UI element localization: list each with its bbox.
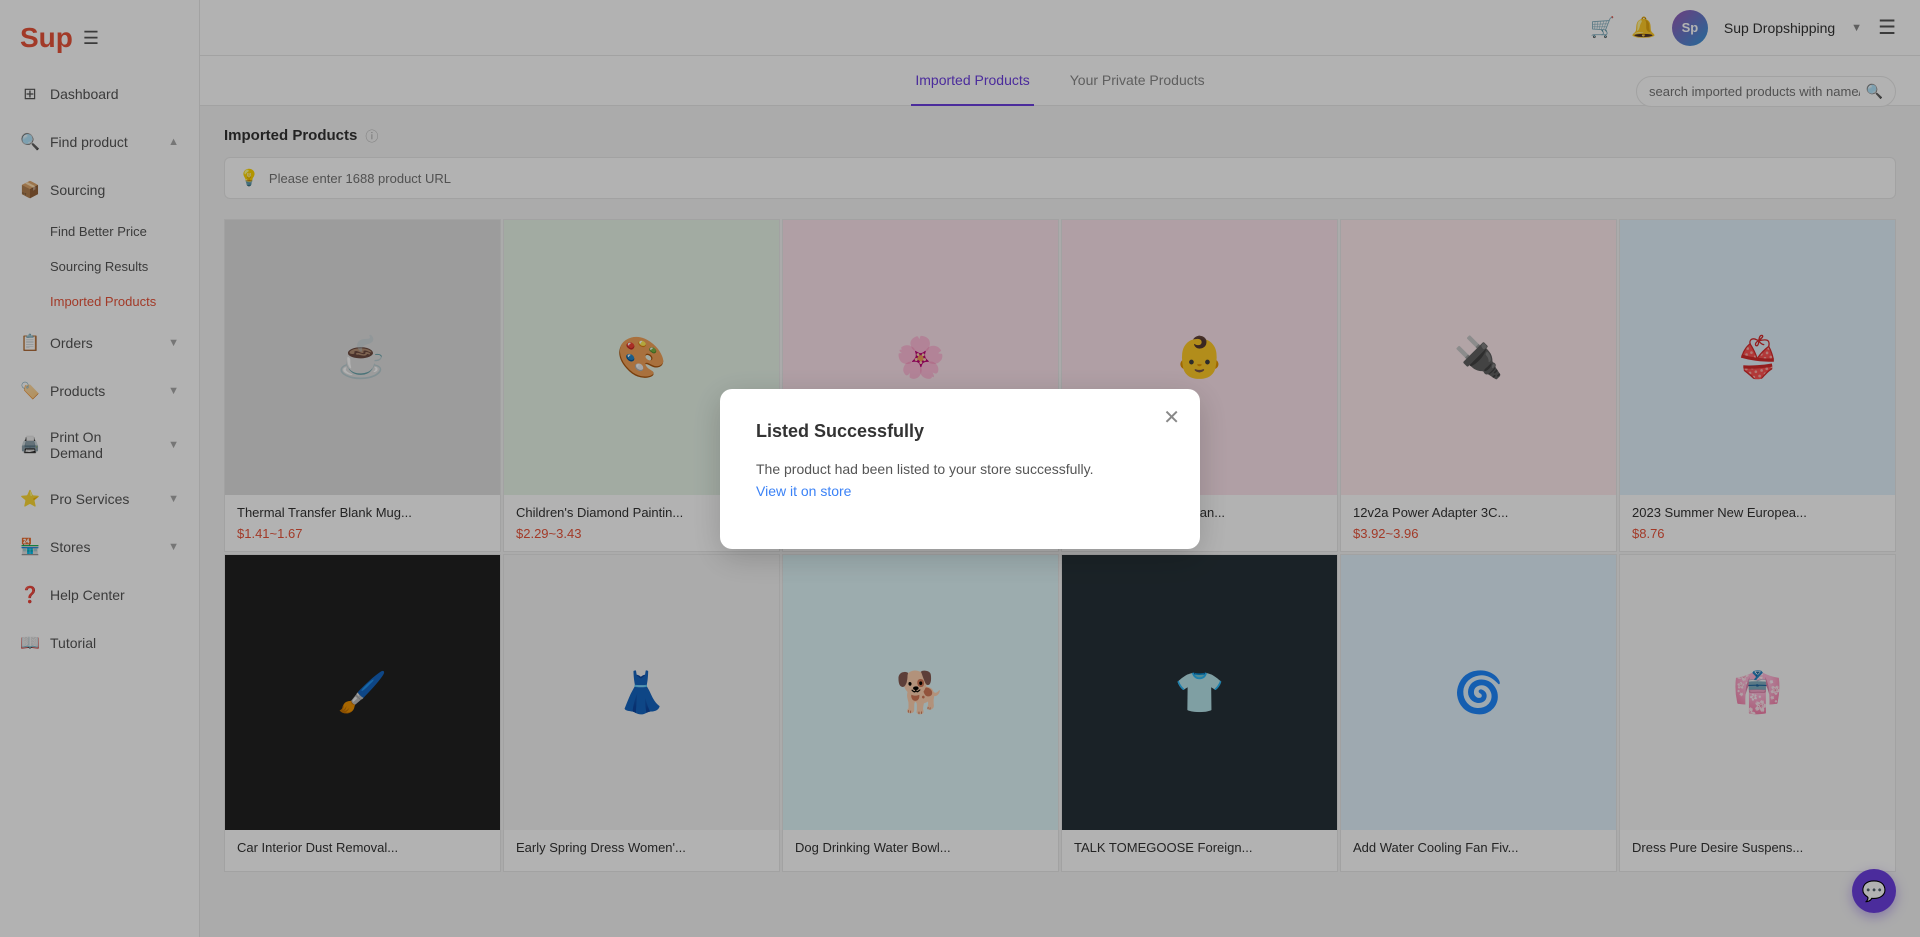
- modal-dialog: ✕ Listed Successfully The product had be…: [720, 389, 1200, 549]
- close-icon: ✕: [1163, 407, 1180, 429]
- modal-body: The product had been listed to your stor…: [756, 458, 1164, 503]
- modal-close-button[interactable]: ✕: [1163, 405, 1180, 430]
- modal-overlay[interactable]: ✕ Listed Successfully The product had be…: [0, 0, 1920, 937]
- modal-title: Listed Successfully: [756, 421, 1164, 442]
- view-on-store-link[interactable]: View it on store: [756, 483, 851, 499]
- modal-body-text: The product had been listed to your stor…: [756, 461, 1093, 477]
